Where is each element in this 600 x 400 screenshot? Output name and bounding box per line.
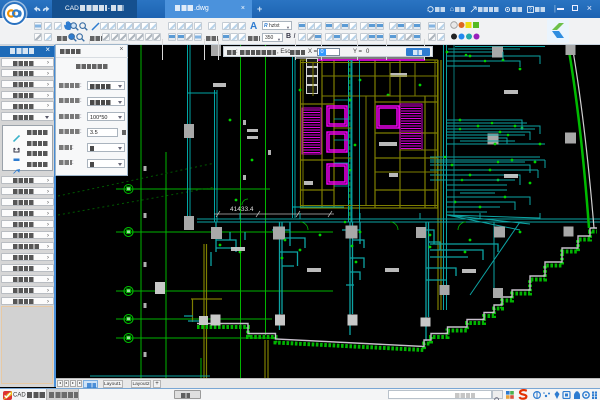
svg-text:41433.4: 41433.4 [230, 206, 254, 213]
svg-text:?: ? [529, 7, 532, 13]
